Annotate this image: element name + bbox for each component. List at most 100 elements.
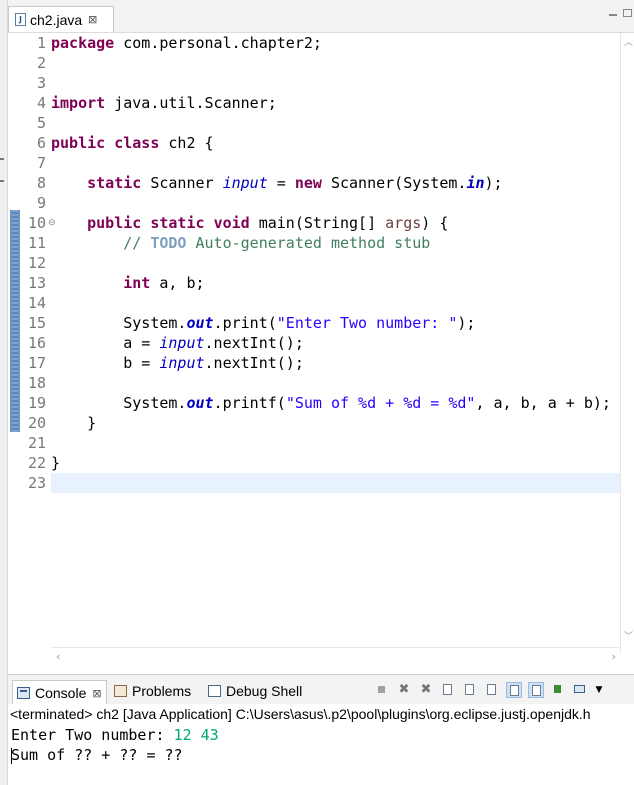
tab-problems[interactable]: Problems xyxy=(114,681,191,701)
code-line: } xyxy=(51,453,60,473)
line-number: 14 xyxy=(27,294,46,312)
editor-tab-bar: J ch2.java ⊠ xyxy=(8,0,634,33)
code-text: } xyxy=(87,414,97,432)
code-text: ); xyxy=(457,314,476,332)
edge-marker xyxy=(0,180,4,182)
code-text: a = xyxy=(123,334,160,352)
line-number: 1 xyxy=(36,34,46,52)
code-text: .printf( xyxy=(213,394,286,412)
code-text: b = xyxy=(123,354,160,372)
keyword: package xyxy=(51,34,115,52)
word-wrap-icon[interactable] xyxy=(484,682,500,698)
line-number: 5 xyxy=(36,114,46,132)
todo-tag: TODO xyxy=(150,234,187,252)
line-number: 8 xyxy=(36,174,46,192)
console-tab-bar: Console ⊠ Problems Debug Shell ✖ ✖ ▼ xyxy=(8,674,634,706)
tab-debug-shell[interactable]: Debug Shell xyxy=(208,681,302,701)
pin-console-icon[interactable] xyxy=(550,682,566,698)
chevron-down-icon[interactable]: ▼ xyxy=(594,682,604,698)
console-toolbar: ✖ ✖ ▼ xyxy=(374,679,610,701)
editor-tab-ch2-java[interactable]: J ch2.java ⊠ xyxy=(8,6,114,32)
keyword: import xyxy=(51,94,106,112)
close-icon[interactable]: ⊠ xyxy=(88,13,97,26)
debug-shell-icon xyxy=(208,685,221,697)
keyword: public xyxy=(51,134,106,152)
line-number: 11 xyxy=(27,234,46,252)
display-console-icon[interactable] xyxy=(572,682,588,698)
code-text: a, b; xyxy=(150,274,205,292)
edge-marker xyxy=(0,158,4,160)
code-line: int a, b; xyxy=(51,273,205,293)
scroll-lock-icon[interactable] xyxy=(462,682,478,698)
horizontal-scrollbar[interactable]: ‹ › xyxy=(51,647,620,666)
code-text: ) { xyxy=(421,214,449,232)
remove-all-terminated-icon[interactable]: ✖ xyxy=(418,682,434,698)
keyword: static xyxy=(150,214,205,232)
left-edge-strip xyxy=(0,0,8,785)
console-status-line: <terminated> ch2 [Java Application] C:\U… xyxy=(10,706,591,722)
keyword: class xyxy=(114,134,160,152)
tab-console[interactable]: Console ⊠ xyxy=(12,680,107,705)
code-text: } xyxy=(51,454,61,472)
code-editor[interactable]: 1 2 3 4 5 6 7 8 9 10 ⊖ 11 12 13 14 15 16… xyxy=(8,33,634,673)
static-field-reference: out xyxy=(186,314,214,332)
console-prompt-text: Enter Two number: xyxy=(11,726,174,744)
current-line-highlight xyxy=(51,473,620,493)
keyword: static xyxy=(87,174,142,192)
tab-console-label: Console xyxy=(35,685,87,701)
code-text: com.personal.chapter2; xyxy=(114,34,322,52)
code-line: b = input.nextInt(); xyxy=(51,353,304,373)
tab-problems-label: Problems xyxy=(132,683,192,699)
line-number: 3 xyxy=(36,74,46,92)
comment: Auto-generated method stub xyxy=(186,234,431,252)
line-number: 12 xyxy=(27,254,46,272)
scroll-up-icon[interactable]: ︿ xyxy=(624,35,633,48)
line-number: 18 xyxy=(27,374,46,392)
show-on-stderr-icon[interactable] xyxy=(528,682,544,698)
scroll-left-icon[interactable]: ‹ xyxy=(56,650,60,663)
code-text: .nextInt(); xyxy=(204,354,304,372)
scroll-down-icon[interactable]: ﹀ xyxy=(624,629,633,642)
editor-tab-label: ch2.java xyxy=(30,11,83,28)
static-field-reference: in xyxy=(466,174,485,192)
field-reference: input xyxy=(159,334,205,352)
keyword: public xyxy=(87,214,142,232)
problems-icon xyxy=(114,685,127,697)
code-text: ch2 { xyxy=(159,134,214,152)
code-line: System.out.printf("Sum of %d + %d = %d",… xyxy=(51,393,611,413)
string-literal: "Enter Two number: " xyxy=(276,314,458,332)
code-text: Scanner(System. xyxy=(321,174,467,192)
line-number: 4 xyxy=(36,94,46,112)
line-number: 9 xyxy=(36,194,46,212)
line-number: 10 xyxy=(27,214,46,232)
field-reference: input xyxy=(222,174,268,192)
code-line: a = input.nextInt(); xyxy=(51,333,304,353)
close-icon[interactable]: ⊠ xyxy=(92,687,101,700)
line-number: 23 xyxy=(27,474,46,492)
scroll-right-icon[interactable]: › xyxy=(612,650,616,663)
field-reference: input xyxy=(159,354,205,372)
console-icon xyxy=(17,687,30,699)
maximize-icon[interactable] xyxy=(622,8,632,18)
console-output[interactable]: <terminated> ch2 [Java Application] C:\U… xyxy=(8,704,634,785)
code-line: public static void main(String[] args) { xyxy=(51,213,448,233)
code-line: // TODO Auto-generated method stub xyxy=(51,233,430,253)
code-text: = xyxy=(267,174,295,192)
line-number: 19 xyxy=(27,394,46,412)
line-number: 22 xyxy=(27,454,46,472)
line-number: 20 xyxy=(27,414,46,432)
clear-console-icon[interactable] xyxy=(440,682,456,698)
console-output-line: Sum of ?? + ?? = ?? xyxy=(11,746,183,764)
minimize-icon[interactable] xyxy=(608,8,618,18)
line-number: 13 xyxy=(27,274,46,292)
show-on-stdout-icon[interactable] xyxy=(506,682,522,698)
code-line: System.out.print("Enter Two number: "); xyxy=(51,313,475,333)
remove-launch-icon[interactable]: ✖ xyxy=(396,682,412,698)
code-text: Scanner xyxy=(141,174,223,192)
vertical-scrollbar[interactable]: ︿ ﹀ xyxy=(620,33,634,653)
code-line: } xyxy=(51,413,96,433)
code-text: System. xyxy=(123,394,187,412)
terminate-icon[interactable] xyxy=(374,682,390,698)
text-caret xyxy=(11,748,12,764)
code-text: java.util.Scanner; xyxy=(105,94,277,112)
